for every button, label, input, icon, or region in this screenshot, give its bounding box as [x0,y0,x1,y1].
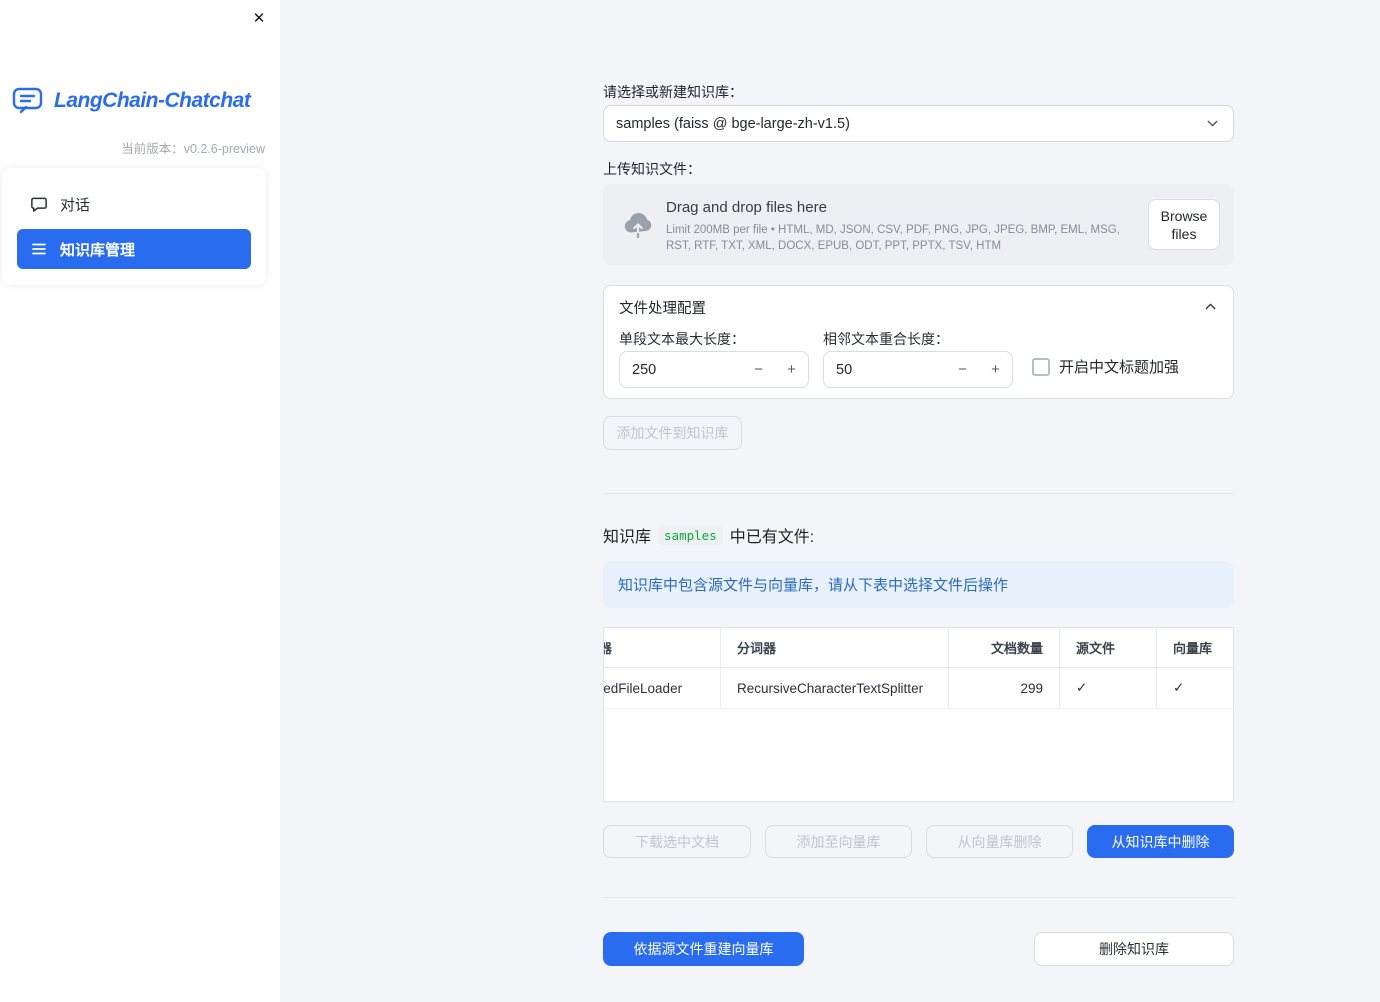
check-icon: ✓ [1173,680,1185,695]
dropzone-limit-text: Limit 200MB per file • HTML, MD, JSON, C… [666,224,1120,252]
cloud-upload-icon [622,210,654,243]
divider [603,493,1234,494]
chunk-overlap-label: 相邻文本重合长度： [823,331,949,347]
browse-files-button[interactable]: Browse files [1148,199,1220,250]
upload-label: 上传知识文件： [603,161,701,177]
divider [603,897,1234,898]
cell-vector-check: ✓ [1156,668,1233,708]
heading-prefix: 知识库 [603,529,652,546]
col-loader[interactable]: 文档加载器 [604,628,720,667]
chevron-up-icon[interactable] [1202,298,1219,315]
checkbox-label: 开启中文标题加强 [1059,359,1180,376]
checkbox[interactable] [1032,357,1050,376]
app-logo: LangChain-Chatchat [12,86,251,115]
cell-doc-count: 299 [948,668,1059,708]
list-icon [30,240,48,258]
chunk-overlap-input[interactable]: 50 − + [823,351,1013,388]
delete-kb-button[interactable]: 删除知识库 [1034,932,1234,966]
download-selected-button[interactable]: 下载选中文档 [603,825,751,858]
rebuild-vector-store-button[interactable]: 依据源文件重建向量库 [603,932,804,966]
plus-stepper[interactable]: + [979,352,1012,387]
delete-from-vector-store-button[interactable]: 从向量库删除 [926,825,1073,858]
minus-stepper[interactable]: − [946,352,979,387]
sidebar-item-knowledge-base[interactable]: 知识库管理 [17,229,251,269]
logo-chat-icon [12,86,46,115]
kb-select-value: samples (faiss @ bge-large-zh-v1.5) [616,115,850,132]
chunk-overlap-value[interactable]: 50 [824,352,946,387]
cell-loader: UnstructuredFileLoader [604,680,683,696]
sidebar: ✕ LangChain-Chatchat 当前版本：v0.2.6-preview… [0,0,280,1002]
col-splitter[interactable]: 分词器 [720,628,948,667]
sidebar-item-chat[interactable]: 对话 [17,184,251,224]
cell-splitter: RecursiveCharacterTextSplitter [720,668,948,708]
files-table: 文档加载器 分词器 文档数量 源文件 向量库 UnstructuredFileL… [603,627,1234,802]
check-icon: ✓ [1076,680,1088,695]
table-header-row: 文档加载器 分词器 文档数量 源文件 向量库 [604,628,1233,668]
col-source-file[interactable]: 源文件 [1059,628,1156,667]
file-config-expander: 文件处理配置 单段文本最大长度： 相邻文本重合长度： 250 − + 50 − … [603,285,1234,399]
heading-suffix: 中已有文件: [729,529,815,546]
dropzone-instruction: Drag and drop files here [666,199,827,216]
logo-text: LangChain-Chatchat [54,88,251,112]
existing-files-heading: 知识库 samples 中已有文件: [603,522,814,548]
kb-name-code: samples [658,525,723,545]
delete-from-kb-button[interactable]: 从知识库中删除 [1087,825,1234,858]
expander-title[interactable]: 文件处理配置 [619,297,706,318]
table-row[interactable]: UnstructuredFileLoader RecursiveCharacte… [604,668,1233,709]
cell-source-check: ✓ [1059,668,1156,708]
chunk-size-value[interactable]: 250 [620,352,742,387]
chunk-size-input[interactable]: 250 − + [619,351,809,388]
chat-bubble-icon [30,195,48,213]
kb-select-label: 请选择或新建知识库： [603,84,743,100]
col-vector-store[interactable]: 向量库 [1156,628,1233,667]
sidebar-menu: 对话 知识库管理 [2,168,266,285]
add-files-to-kb-button[interactable]: 添加文件到知识库 [603,416,742,450]
version-label: 当前版本：v0.2.6-preview [121,142,265,156]
chunk-size-label: 单段文本最大长度： [619,331,745,347]
close-sidebar-icon[interactable]: ✕ [248,7,270,29]
sidebar-item-label: 对话 [60,196,91,214]
file-dropzone[interactable]: Drag and drop files here Limit 200MB per… [603,184,1234,265]
col-doc-count[interactable]: 文档数量 [948,628,1059,667]
kb-select[interactable]: samples (faiss @ bge-large-zh-v1.5) [603,105,1234,142]
minus-stepper[interactable]: − [742,352,775,387]
sidebar-item-label: 知识库管理 [60,241,136,259]
chevron-down-icon [1204,115,1221,132]
zh-title-enhance-checkbox-wrap: 开启中文标题加强 [1032,356,1179,377]
add-to-vector-store-button[interactable]: 添加至向量库 [765,825,912,858]
plus-stepper[interactable]: + [775,352,808,387]
info-banner: 知识库中包含源文件与向量库，请从下表中选择文件后操作 [603,561,1234,608]
info-text: 知识库中包含源文件与向量库，请从下表中选择文件后操作 [618,577,1009,594]
